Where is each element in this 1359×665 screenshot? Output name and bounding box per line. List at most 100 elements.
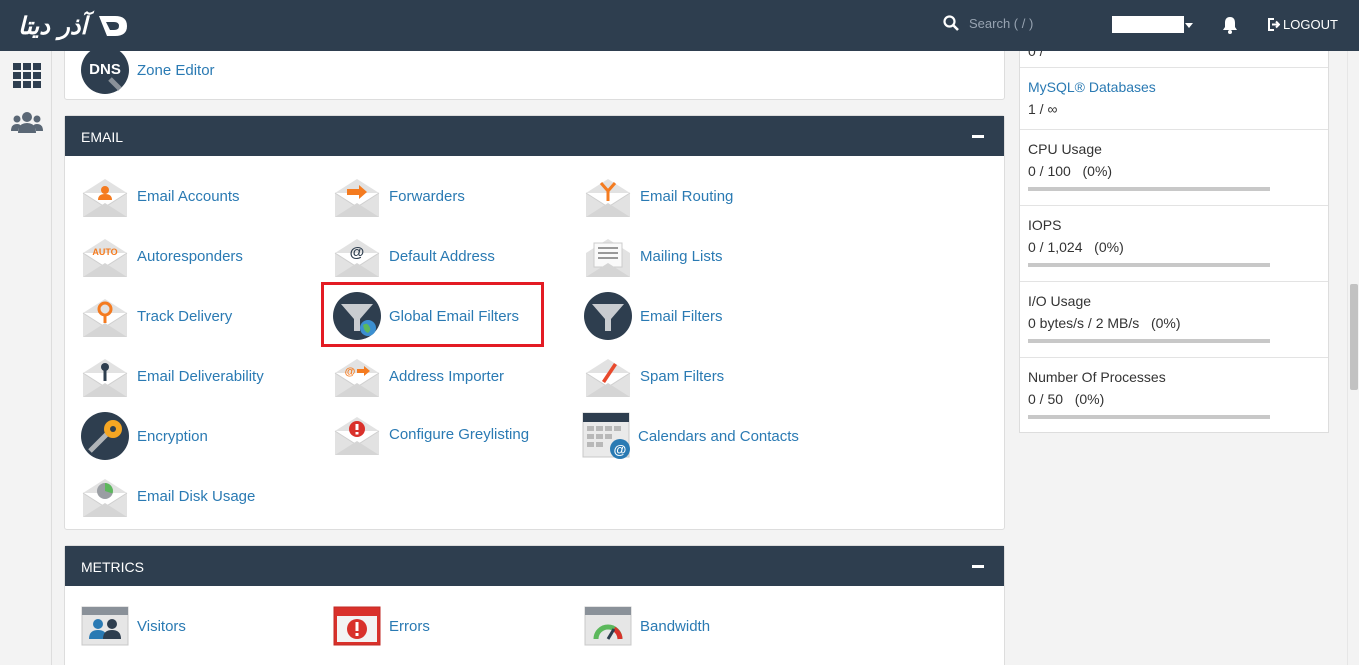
configure-greylisting-tool[interactable]: Configure Greylisting [332,409,529,459]
email-deliverability-tool[interactable]: Email Deliverability [80,351,264,401]
logout-button[interactable]: LOGOUT [1267,17,1338,32]
autoresponders-icon: AUTO [82,239,128,277]
bandwidth-icon [584,606,632,646]
visitors-icon [81,606,129,646]
email-filters-tool[interactable]: Email Filters [583,291,723,341]
tool-label: Calendars and Contacts [638,427,799,445]
grid-icon[interactable] [11,62,43,90]
user-menu-button[interactable] [1112,16,1184,33]
tool-label: Email Routing [640,187,734,205]
tool-label: Email Accounts [137,187,240,205]
svg-text:@: @ [345,366,356,378]
calendars-contacts-icon: @ [582,412,630,459]
tool-label: Email Filters [640,307,723,325]
sidebar [0,51,52,665]
forwarders-tool[interactable]: Forwarders [332,171,465,221]
mailing-lists-tool[interactable]: Mailing Lists [583,231,723,281]
tool-label: Email Deliverability [137,367,264,385]
stat-io: I/O Usage 0 bytes/s / 2 MB/s (0%) [1020,282,1328,358]
highlight-box [321,282,544,347]
encryption-tool[interactable]: Encryption [80,411,208,461]
address-importer-icon: @ [334,359,380,397]
calendars-contacts-tool[interactable]: @ Calendars and Contacts [581,411,799,461]
email-routing-icon [585,179,631,217]
default-address-tool[interactable]: @ Default Address [332,231,495,281]
email-disk-usage-tool[interactable]: Email Disk Usage [80,471,255,521]
logout-label: LOGOUT [1283,17,1338,32]
default-address-icon: @ [334,239,380,277]
stat-value-text: 0 / 50 [1028,391,1064,407]
stat-iops: IOPS 0 / 1,024 (0%) [1020,206,1328,282]
stat-percent: (0%) [1094,239,1124,255]
stat-value: 0 / 100 (0%) [1028,163,1320,179]
zone-editor-tool[interactable]: DNS Zone Editor [80,51,215,95]
greylisting-icon [334,417,380,455]
page-scrollbar[interactable] [1347,51,1359,665]
metrics-panel: METRICS Visitors Errors Bandwidth [64,545,1005,665]
logo-text: آذر دیتا [18,12,88,40]
track-delivery-tool[interactable]: Track Delivery [80,291,232,341]
svg-text:AUTO: AUTO [92,247,117,257]
errors-tool[interactable]: Errors [332,601,430,651]
stat-title: Number Of Processes [1028,369,1166,385]
stat-value-text: 0 / 1,024 [1028,239,1083,255]
email-deliverability-icon [82,359,128,397]
tool-label: Visitors [137,617,186,635]
metrics-panel-title: METRICS [81,559,144,575]
tool-label: Default Address [389,247,495,265]
email-routing-tool[interactable]: Email Routing [583,171,733,221]
tool-label: Errors [389,617,430,635]
forwarders-icon [334,179,380,217]
bell-icon[interactable] [1222,16,1238,34]
stat-value: 1 / ∞ [1028,101,1058,117]
chevron-down-icon [1185,23,1193,28]
svg-text:DNS: DNS [89,61,121,78]
usage-bar [1028,187,1270,191]
visitors-tool[interactable]: Visitors [80,601,186,651]
scrollbar-thumb[interactable] [1350,284,1358,390]
usage-bar [1028,263,1270,267]
stat-percent: (0%) [1150,315,1181,331]
stat-processes: Number Of Processes 0 / 50 (0%) [1020,358,1328,433]
address-importer-tool[interactable]: @ Address Importer [332,351,504,401]
search-bar[interactable] [943,15,1089,31]
dns-icon: DNS [81,51,129,94]
stat-value: 0 / 1,024 (0%) [1028,239,1320,255]
spam-filters-icon [585,359,631,397]
autoresponders-tool[interactable]: AUTO Autoresponders [80,231,243,281]
email-accounts-tool[interactable]: Email Accounts [80,171,240,221]
email-accounts-icon [82,179,128,217]
mailing-lists-icon [586,239,630,277]
tool-label: Autoresponders [137,247,243,265]
main-content: DNS Zone Editor EMAIL Email Accounts For… [52,51,1347,665]
tool-label: Email Disk Usage [137,487,256,505]
svg-text:@: @ [350,244,365,261]
brand-logo[interactable]: آذر دیتا [18,10,131,42]
search-input[interactable] [969,15,1089,31]
bandwidth-tool[interactable]: Bandwidth [583,601,710,651]
stat-value: 0 / [1028,51,1044,59]
tool-label: Address Importer [389,367,505,385]
usage-bar [1028,415,1270,419]
email-panel-header[interactable]: EMAIL [65,116,1004,156]
metrics-panel-header[interactable]: METRICS [65,546,1004,586]
stat-title-link[interactable]: MySQL® Databases [1028,79,1320,95]
collapse-icon[interactable] [972,135,984,138]
stat-percent: (0%) [1074,391,1105,407]
errors-icon [333,606,381,646]
stat-partial: 0 / [1020,51,1328,68]
stat-value-text: 0 / 100 [1028,163,1071,179]
statistics-panel: 0 / MySQL® Databases 1 / ∞ CPU Usage 0 /… [1019,51,1329,433]
usage-bar [1028,339,1270,343]
users-icon[interactable] [11,109,43,137]
tool-label: Encryption [137,427,208,445]
stat-title: IOPS [1028,217,1062,233]
email-filters-icon [584,292,632,340]
tool-label: Forwarders [389,187,465,205]
email-disk-usage-icon [82,479,128,517]
spam-filters-tool[interactable]: Spam Filters [583,351,724,401]
svg-text:@: @ [614,442,627,457]
stat-value: 0 / 50 (0%) [1028,391,1320,407]
tool-label: Spam Filters [640,367,725,385]
collapse-icon[interactable] [972,565,984,568]
